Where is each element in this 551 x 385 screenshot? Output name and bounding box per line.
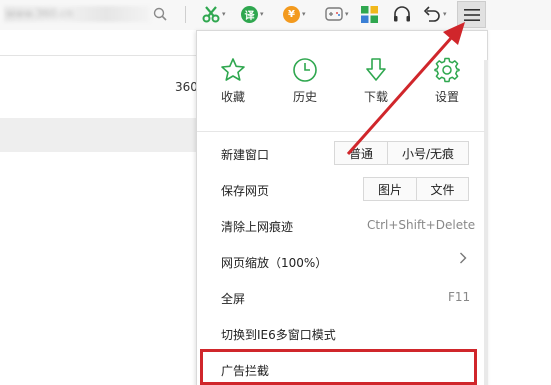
clear-history-item[interactable]: 清除上网痕迹 (221, 218, 293, 235)
blurred-url-text: www.360.cn (6, 7, 73, 20)
chevron-down-icon: ▾ (260, 10, 264, 18)
search-icon[interactable] (153, 4, 167, 24)
ad-block-item[interactable]: 广告拦截 (221, 362, 269, 379)
zoom-item[interactable]: 网页缩放（100%） (221, 254, 327, 271)
fullscreen-shortcut: F11 (448, 290, 471, 304)
save-image-button[interactable]: 图片 (363, 177, 417, 201)
headphones-button[interactable] (393, 4, 411, 24)
translate-button[interactable]: 译 ▾ (241, 4, 264, 24)
new-window-label: 新建窗口 (221, 148, 270, 162)
quick-label: 收藏 (220, 90, 245, 104)
clock-icon (293, 58, 317, 82)
quick-download-button[interactable]: 下载 (356, 57, 396, 105)
new-window-incognito-button[interactable]: 小号/无痕 (387, 141, 469, 165)
hamburger-menu-icon (463, 8, 480, 21)
quick-history-button[interactable]: 历史 (285, 57, 325, 105)
page-partial-text: 360 (175, 80, 198, 94)
headphones-icon (394, 6, 410, 22)
chevron-down-icon: ▾ (345, 10, 349, 18)
scissors-icon (202, 6, 220, 23)
translate-icon: 译 (241, 5, 258, 23)
apps-grid-icon (361, 5, 378, 23)
chevron-down-icon: ▾ (222, 10, 226, 18)
quick-settings-button[interactable]: 设置 (427, 57, 467, 105)
quick-label: 设置 (434, 90, 459, 104)
apps-button[interactable] (361, 4, 378, 24)
menu-scrollbar[interactable] (484, 60, 488, 385)
page-divider (0, 55, 196, 56)
screenshot-scissors-button[interactable]: ▾ (202, 4, 226, 24)
quick-label: 历史 (292, 90, 317, 104)
chevron-down-icon: ▾ (302, 10, 306, 18)
gear-icon (434, 57, 460, 83)
quick-favorites-button[interactable]: 收藏 (213, 57, 253, 105)
star-icon (221, 58, 245, 81)
quick-label: 下载 (363, 90, 388, 104)
browser-toolbar: www.360.cn ▾ 译 ▾ ¥ ▾ ▾ ▾ (0, 0, 551, 30)
save-page-label: 保存网页 (221, 184, 270, 198)
new-window-normal-button[interactable]: 普通 (334, 141, 388, 165)
coupon-icon: ¥ (283, 5, 300, 23)
page-banner (0, 118, 196, 152)
coupon-button[interactable]: ¥ ▾ (283, 4, 306, 24)
undo-icon (423, 6, 440, 22)
fullscreen-item[interactable]: 全屏 (221, 290, 245, 307)
game-button[interactable]: ▾ (325, 4, 349, 24)
undo-close-tab-button[interactable]: ▾ (423, 4, 447, 24)
download-arrow-icon (366, 58, 386, 81)
save-file-button[interactable]: 文件 (416, 177, 469, 201)
main-menu-button[interactable] (457, 1, 486, 28)
gamepad-icon (325, 7, 343, 21)
chevron-down-icon: ▾ (443, 10, 447, 18)
ie6-mode-item[interactable]: 切换到IE6多窗口模式 (221, 326, 336, 343)
menu-divider (197, 131, 485, 132)
clear-history-shortcut: Ctrl+Shift+Delete (367, 218, 476, 232)
chevron-right-icon (460, 252, 467, 264)
toolbar-separator (185, 6, 186, 23)
